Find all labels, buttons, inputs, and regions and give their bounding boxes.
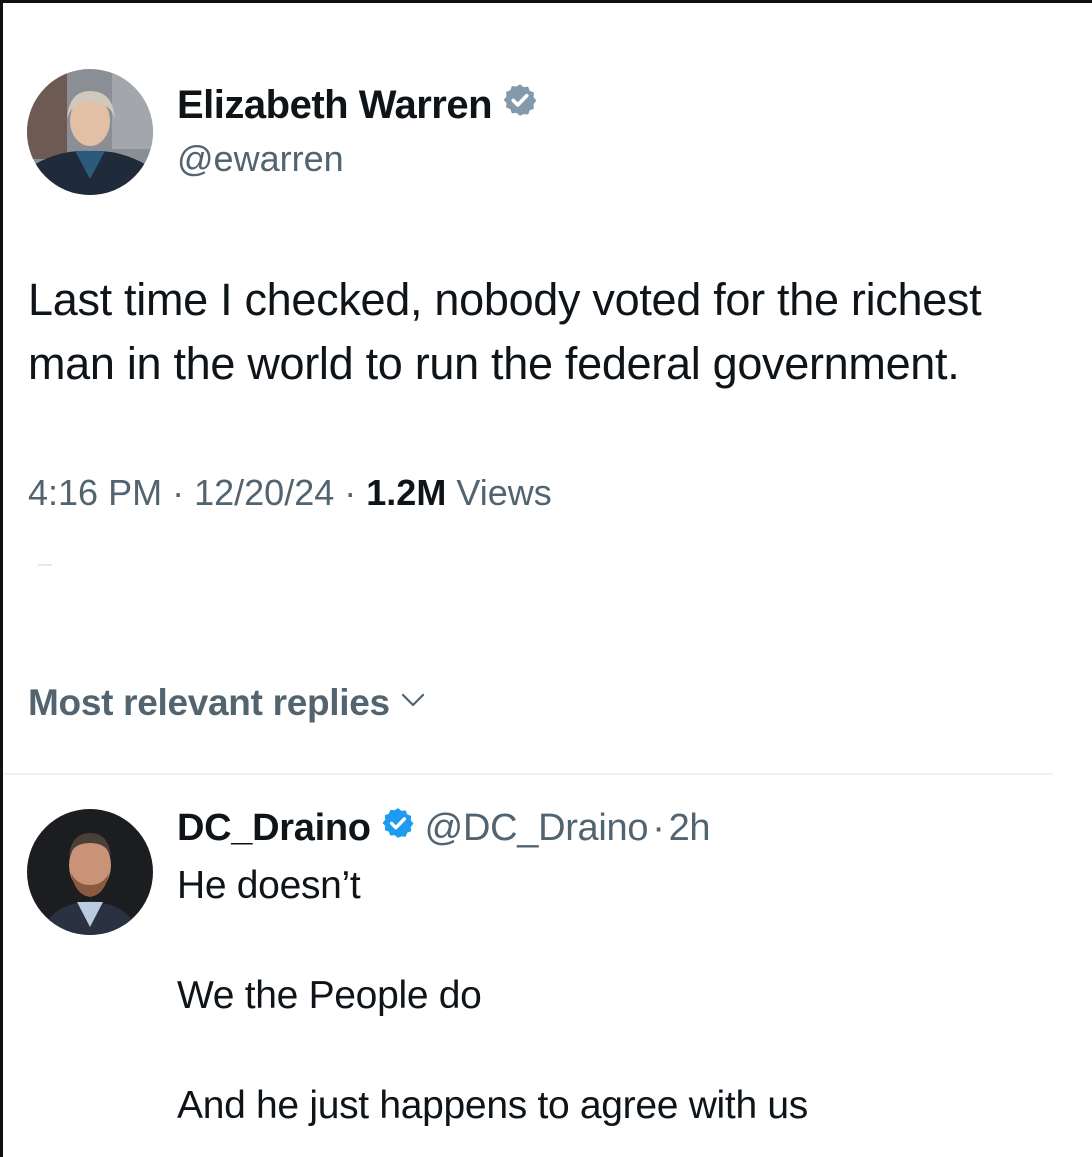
- reply-author-handle[interactable]: @DC_Draino: [425, 807, 649, 850]
- author-avatar[interactable]: [27, 69, 153, 195]
- meta-separator: ·: [172, 472, 185, 513]
- verified-badge-icon: [381, 806, 415, 850]
- tweet-time[interactable]: 4:16 PM: [28, 472, 162, 513]
- views-count[interactable]: 1.2M: [366, 472, 446, 513]
- tweet-text: Last time I checked, nobody voted for th…: [28, 268, 1083, 396]
- author-name[interactable]: Elizabeth Warren: [177, 83, 493, 128]
- reply-avatar-image: [27, 809, 153, 935]
- tweet-text-line: man in the world to run the federal gove…: [28, 338, 960, 389]
- meta-separator: ·: [344, 472, 357, 513]
- reply-text-line: And he just happens to agree with us: [177, 1084, 808, 1127]
- replies-sort-button[interactable]: Most relevant replies: [28, 682, 428, 724]
- tweet-text-line: Last time I checked, nobody voted for th…: [28, 274, 982, 325]
- author-name-row: Elizabeth Warren: [177, 82, 538, 128]
- reply-text-line: He doesn’t: [177, 864, 361, 907]
- replies-sort-label: Most relevant replies: [28, 682, 390, 723]
- verified-badge-icon: [502, 82, 538, 128]
- reply-avatar[interactable]: [27, 809, 153, 935]
- window-frame-left: [0, 0, 3, 1157]
- chevron-down-icon: [398, 682, 428, 724]
- divider: [3, 773, 1053, 775]
- reply-author-name[interactable]: DC_Draino: [177, 807, 371, 850]
- reply-timestamp[interactable]: 2h: [669, 807, 711, 850]
- tweet-date[interactable]: 12/20/24: [194, 472, 334, 513]
- reply-separator: ·: [652, 806, 665, 849]
- reply-header: DC_Draino @DC_Draino · 2h: [177, 806, 711, 850]
- divider-fragment: [38, 564, 52, 566]
- views-label[interactable]: Views: [456, 472, 551, 513]
- author-handle[interactable]: @ewarren: [177, 138, 344, 180]
- author-avatar-image: [27, 69, 153, 195]
- window-frame-top: [0, 0, 1092, 3]
- tweet-meta: 4:16 PM · 12/20/24 · 1.2M Views: [28, 472, 552, 514]
- reply-text-line: We the People do: [177, 974, 482, 1017]
